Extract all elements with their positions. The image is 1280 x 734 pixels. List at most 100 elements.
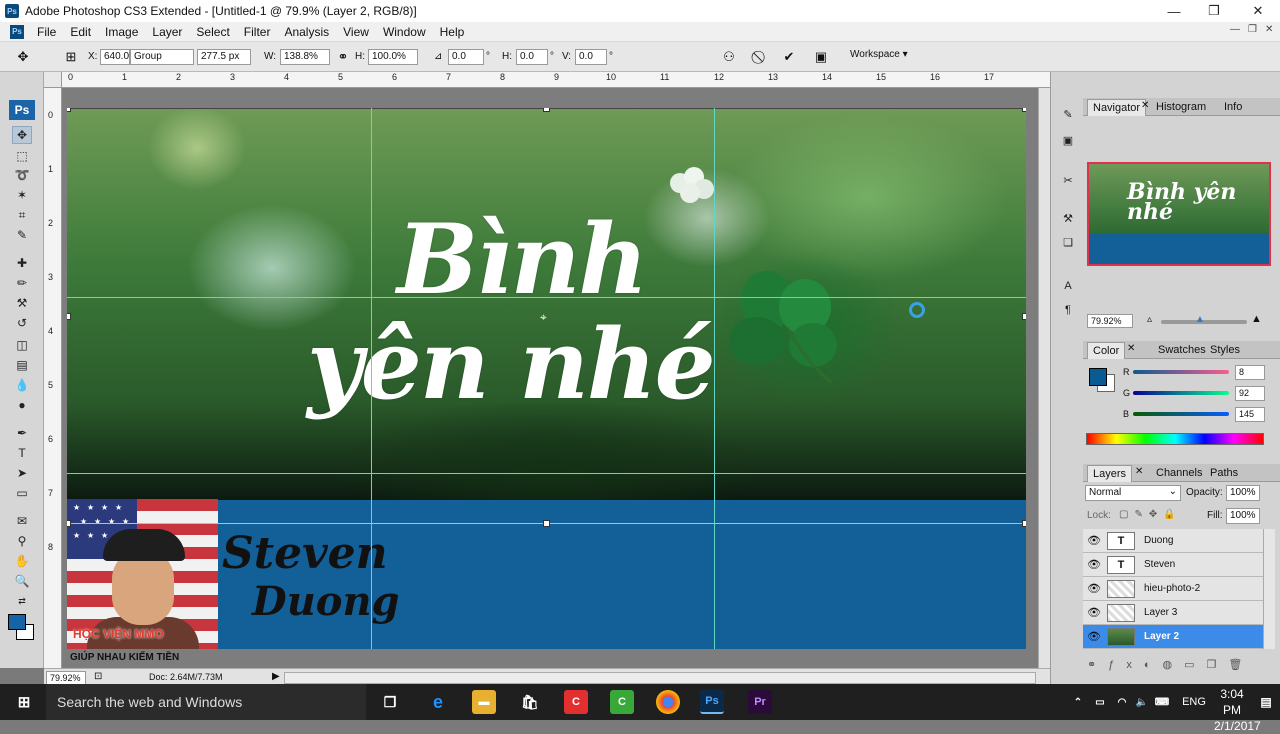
cancel-transform-icon[interactable]: ⃠ [752, 49, 770, 65]
tool-presets-panel-icon[interactable]: ▣ [1059, 132, 1077, 148]
layer-row-selected[interactable]: 👁 Layer 2 [1083, 625, 1263, 649]
horizontal-ruler[interactable]: 0 1 2 3 4 5 6 7 8 9 10 11 12 13 14 15 16… [62, 72, 1050, 88]
lasso-tool-icon[interactable]: ➰ [12, 166, 32, 184]
eye-icon[interactable]: 👁 [1087, 558, 1101, 571]
navigator-zoom-field[interactable]: 79.92% [1087, 314, 1133, 328]
color-fg-swatch[interactable] [1089, 368, 1107, 386]
height-field[interactable]: 100.0% [368, 49, 418, 65]
warp-icon[interactable]: ⚇ [720, 49, 738, 65]
marquee-tool-icon[interactable]: ⬚ [12, 147, 32, 165]
menu-file[interactable]: File [30, 25, 63, 39]
layers-scrollbar[interactable] [1263, 529, 1275, 649]
layer-row[interactable]: 👁 T Steven [1083, 553, 1263, 577]
green-slider[interactable] [1133, 391, 1229, 395]
zoom-field[interactable]: 79.92% [46, 671, 86, 685]
swap-colors-icon[interactable]: ⇄ [12, 592, 32, 610]
layer-row[interactable]: 👁 T Duong [1083, 529, 1263, 553]
group-select[interactable]: Group [130, 49, 194, 65]
layer-comps-panel-icon[interactable]: ❏ [1059, 234, 1077, 250]
vertical-scrollbar[interactable] [1038, 88, 1050, 668]
tab-channels[interactable]: Channels [1151, 465, 1207, 482]
taskbar-search-box[interactable]: Search the web and Windows [46, 684, 366, 720]
minimize-button[interactable]: — [1152, 0, 1196, 22]
vertical-ruler[interactable]: 0 1 2 3 4 5 6 7 8 [44, 88, 62, 668]
blue-slider[interactable] [1133, 412, 1229, 416]
taskbar-clock[interactable]: 3:04 PM 2/1/2017 [1214, 686, 1261, 734]
crop-tool-icon[interactable]: ⌗ [12, 206, 32, 224]
edge-browser-icon[interactable]: e [426, 690, 450, 714]
transform-handle[interactable] [67, 313, 71, 320]
doc-restore-icon[interactable]: ❐ [1248, 24, 1257, 35]
move-tool-preset-icon[interactable]: ✥ [14, 49, 32, 65]
transform-handle[interactable] [543, 520, 550, 527]
path-selection-icon[interactable]: ➤ [12, 464, 32, 482]
pen-tool-icon[interactable]: ✒ [12, 424, 32, 442]
healing-brush-icon[interactable]: ✚ [12, 254, 32, 272]
menu-image[interactable]: Image [98, 25, 145, 39]
store-icon[interactable]: 🛍 [518, 690, 542, 714]
document-icon[interactable]: Ps [10, 24, 24, 39]
tab-color[interactable]: Color [1087, 342, 1126, 359]
eye-icon[interactable]: 👁 [1087, 534, 1101, 547]
layer-row[interactable]: 👁 hieu-photo-2 [1083, 577, 1263, 601]
premiere-taskbar-icon[interactable]: Pr [748, 690, 772, 714]
eye-icon[interactable]: 👁 [1087, 630, 1101, 643]
file-explorer-icon[interactable]: ▬ [472, 690, 496, 714]
tab-info[interactable]: Info [1219, 99, 1247, 116]
guide-horizontal[interactable] [67, 473, 1026, 474]
tray-battery-icon[interactable]: ▭ [1088, 690, 1112, 714]
link-icon[interactable]: ⚭ [334, 49, 352, 65]
tab-styles[interactable]: Styles [1205, 342, 1245, 359]
brush-tool-icon[interactable]: ✏ [12, 274, 32, 292]
red-slider[interactable] [1133, 370, 1229, 374]
menu-edit[interactable]: Edit [63, 25, 98, 39]
notes-tool-icon[interactable]: ✉ [12, 512, 32, 530]
clone-stamp-icon[interactable]: ⚒ [12, 294, 32, 312]
transform-handle[interactable] [1022, 108, 1026, 112]
zoom-in-icon[interactable]: ▲ [1251, 313, 1262, 325]
tray-keyboard-icon[interactable]: ⌨ [1150, 690, 1174, 714]
h-skew-field[interactable]: 0.0 [516, 49, 548, 65]
blue-value-field[interactable]: 145 [1235, 407, 1265, 422]
dodge-tool-icon[interactable]: ● [12, 396, 32, 414]
layers-footer-icons[interactable]: ⚭ƒx◐◍▭❐🗑 [1087, 658, 1254, 671]
photoshop-taskbar-icon[interactable]: Ps [700, 690, 724, 714]
lock-icons[interactable]: ▢✎✥🔒 [1119, 509, 1182, 520]
menu-select[interactable]: Select [189, 25, 236, 39]
zoom-tool-icon[interactable]: 🔍 [12, 572, 32, 590]
status-menu-arrow-icon[interactable]: ▶ [272, 671, 280, 682]
status-info-icon[interactable]: ⊡ [94, 671, 102, 682]
transform-center-icon[interactable]: ⌖ [540, 310, 547, 325]
red-value-field[interactable]: 8 [1235, 365, 1265, 380]
blur-tool-icon[interactable]: 💧 [12, 376, 32, 394]
transform-handle[interactable] [67, 520, 71, 527]
camtasia-studio-icon[interactable]: C [610, 690, 634, 714]
eyedropper-tool-icon[interactable]: ⚲ [12, 532, 32, 550]
tool-preset-icon[interactable]: ▣ [812, 49, 830, 65]
width-field[interactable]: 138.8% [280, 49, 330, 65]
history-brush-icon[interactable]: ↺ [12, 314, 32, 332]
language-indicator[interactable]: ENG [1180, 690, 1208, 714]
tray-chevron-icon[interactable]: ⌃ [1066, 690, 1090, 714]
hand-tool-icon[interactable]: ✋ [12, 552, 32, 570]
restore-button[interactable]: ❐ [1192, 0, 1236, 22]
color-spectrum[interactable] [1086, 433, 1264, 445]
close-button[interactable]: ✕ [1236, 0, 1280, 22]
guide-vertical[interactable] [371, 108, 372, 649]
zoom-out-icon[interactable]: ▵ [1147, 314, 1152, 325]
shape-tool-icon[interactable]: ▭ [12, 484, 32, 502]
close-navigator-icon[interactable]: ✕ [1141, 100, 1149, 111]
menu-view[interactable]: View [336, 25, 376, 39]
menu-filter[interactable]: Filter [237, 25, 278, 39]
actions-panel-icon[interactable]: ✂ [1059, 172, 1077, 188]
menu-analysis[interactable]: Analysis [277, 25, 336, 39]
notifications-icon[interactable]: ▤ [1254, 690, 1278, 714]
windows-start-icon[interactable]: ⊞ [12, 690, 36, 714]
fill-field[interactable]: 100% [1226, 508, 1260, 524]
move-tool-icon[interactable]: ✥ [12, 126, 32, 144]
layer-row[interactable]: 👁 Layer 3 [1083, 601, 1263, 625]
x-position-field[interactable]: 640.0 [100, 49, 130, 65]
type-tool-icon[interactable]: T [12, 444, 32, 462]
tab-paths[interactable]: Paths [1205, 465, 1243, 482]
commit-transform-icon[interactable]: ✔ [780, 49, 798, 65]
